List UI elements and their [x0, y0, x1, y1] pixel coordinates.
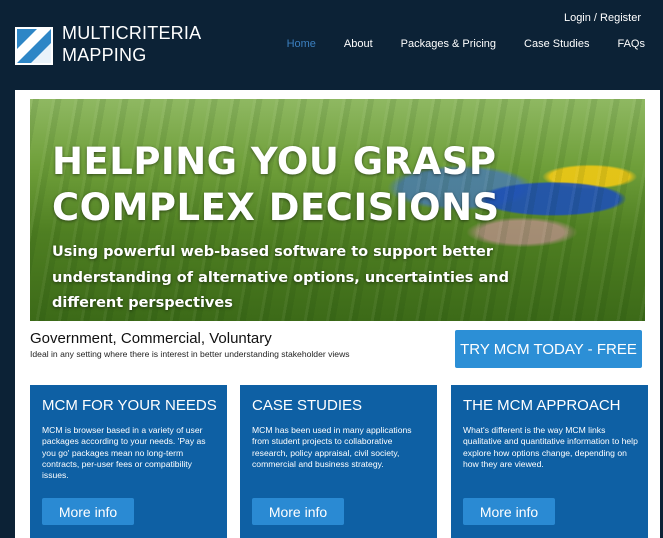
card-description: What's different is the way MCM links qu… — [463, 425, 638, 469]
login-register-link[interactable]: Login / Register — [564, 12, 641, 24]
more-info-button[interactable]: More info — [252, 498, 344, 525]
try-free-button[interactable]: TRY MCM TODAY - FREE — [455, 330, 642, 368]
hero-banner: HELPING YOU GRASP COMPLEX DECISIONS Usin… — [30, 99, 645, 321]
main-content: HELPING YOU GRASP COMPLEX DECISIONS Usin… — [15, 90, 660, 538]
card-title: MCM FOR YOUR NEEDS — [42, 397, 217, 414]
nav-faqs[interactable]: FAQs — [617, 38, 645, 50]
tagline-subtitle: Ideal in any setting where there is inte… — [30, 349, 350, 359]
tagline: Government, Commercial, Voluntary Ideal … — [30, 330, 350, 359]
mcm-logo-icon[interactable] — [15, 27, 53, 65]
hero-headline: HELPING YOU GRASP COMPLEX DECISIONS — [52, 139, 500, 231]
card-approach: THE MCM APPROACH What's different is the… — [451, 385, 648, 538]
hero-headline-line-1: HELPING YOU GRASP — [52, 140, 497, 183]
card-title: THE MCM APPROACH — [463, 397, 621, 414]
card-title: CASE STUDIES — [252, 397, 363, 414]
nav-packages-pricing[interactable]: Packages & Pricing — [401, 38, 496, 50]
feature-cards: MCM FOR YOUR NEEDS MCM is browser based … — [30, 385, 648, 538]
card-description: MCM has been used in many applications f… — [252, 425, 412, 469]
brand-name[interactable]: MULTICRITERIA MAPPING — [62, 22, 201, 66]
nav-home[interactable]: Home — [287, 38, 316, 50]
nav-case-studies[interactable]: Case Studies — [524, 38, 589, 50]
main-nav: Home About Packages & Pricing Case Studi… — [259, 38, 645, 50]
hero-subtext: Using powerful web-based software to sup… — [52, 244, 509, 311]
brand-line-2: MAPPING — [62, 45, 147, 65]
more-info-button[interactable]: More info — [463, 498, 555, 525]
nav-about[interactable]: About — [344, 38, 373, 50]
more-info-button[interactable]: More info — [42, 498, 134, 525]
card-case-studies: CASE STUDIES MCM has been used in many a… — [240, 385, 437, 538]
hero-headline-line-2: COMPLEX DECISIONS — [52, 186, 500, 229]
card-needs: MCM FOR YOUR NEEDS MCM is browser based … — [30, 385, 227, 538]
brand-line-1: MULTICRITERIA — [62, 23, 202, 43]
card-description: MCM is browser based in a variety of use… — [42, 425, 206, 481]
tagline-title: Government, Commercial, Voluntary — [30, 330, 272, 347]
